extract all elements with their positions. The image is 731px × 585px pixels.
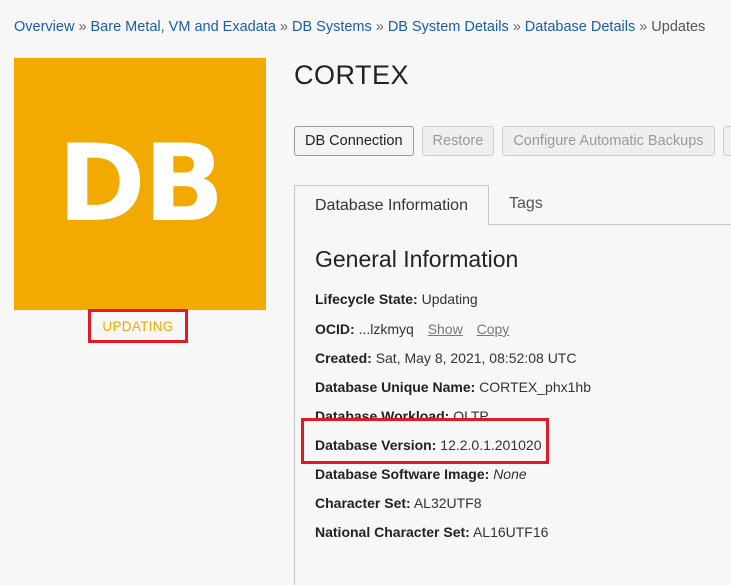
breadcrumb-db-system-details[interactable]: DB System Details — [388, 19, 509, 35]
breadcrumb-separator: » — [512, 19, 521, 35]
created-label: Created: — [315, 350, 372, 366]
breadcrumb-separator: » — [375, 19, 384, 35]
unique-name-value: CORTEX_phx1hb — [479, 379, 591, 395]
lifecycle-state-value: Updating — [421, 291, 478, 307]
status-badge: UPDATING — [88, 309, 188, 343]
action-toolbar: DB Connection Restore Configure Automati… — [294, 126, 731, 156]
tab-database-information[interactable]: Database Information — [294, 185, 489, 225]
national-character-set-value: AL16UTF16 — [472, 524, 549, 540]
lifecycle-state-row: Lifecycle State: Updating — [315, 291, 478, 307]
database-icon: DB — [57, 122, 225, 245]
breadcrumb-current: Updates — [651, 19, 706, 35]
software-image-value: None — [493, 466, 527, 482]
breadcrumb-db-systems[interactable]: DB Systems — [292, 19, 372, 35]
software-image-row: Database Software Image: None — [315, 466, 527, 482]
national-character-set-row: National Character Set: AL16UTF16 — [315, 524, 548, 540]
national-character-set-label: National Character Set: — [315, 524, 470, 540]
page-title: CORTEX — [294, 60, 410, 90]
breadcrumb-separator: » — [279, 19, 288, 35]
breadcrumb-bare-metal[interactable]: Bare Metal, VM and Exadata — [91, 19, 276, 35]
created-value: Sat, May 8, 2021, 08:52:08 UTC — [375, 350, 577, 366]
database-icon-tile: DB — [14, 58, 266, 310]
ocid-row: OCID: ...lzkmyq Show Copy — [315, 321, 509, 337]
tab-tags[interactable]: Tags — [509, 195, 543, 213]
ocid-copy-link[interactable]: Copy — [477, 321, 510, 337]
breadcrumb-separator: » — [78, 19, 87, 35]
truncated-action-button[interactable]: Cr — [722, 126, 731, 156]
created-row: Created: Sat, May 8, 2021, 08:52:08 UTC — [315, 350, 576, 366]
lifecycle-state-label: Lifecycle State: — [315, 291, 418, 307]
character-set-value: AL32UTF8 — [413, 495, 482, 511]
version-highlight-box — [301, 418, 549, 464]
breadcrumb-database-details[interactable]: Database Details — [525, 19, 635, 35]
ocid-value: ...lzkmyq — [358, 321, 414, 337]
breadcrumb: Overview» Bare Metal, VM and Exadata» DB S… — [14, 19, 705, 35]
unique-name-row: Database Unique Name: CORTEX_phx1hb — [315, 379, 591, 395]
character-set-row: Character Set: AL32UTF8 — [315, 495, 482, 511]
db-connection-button[interactable]: DB Connection — [294, 126, 414, 156]
breadcrumb-separator: » — [639, 19, 648, 35]
section-title: General Information — [315, 246, 519, 272]
configure-automatic-backups-button[interactable]: Configure Automatic Backups — [502, 126, 715, 156]
software-image-label: Database Software Image: — [315, 466, 490, 482]
character-set-label: Character Set: — [315, 495, 411, 511]
status-label: UPDATING — [102, 318, 174, 334]
unique-name-label: Database Unique Name: — [315, 379, 476, 395]
ocid-label: OCID: — [315, 321, 355, 337]
breadcrumb-overview[interactable]: Overview — [14, 19, 74, 35]
ocid-show-link[interactable]: Show — [428, 321, 463, 337]
restore-button[interactable]: Restore — [421, 126, 495, 156]
